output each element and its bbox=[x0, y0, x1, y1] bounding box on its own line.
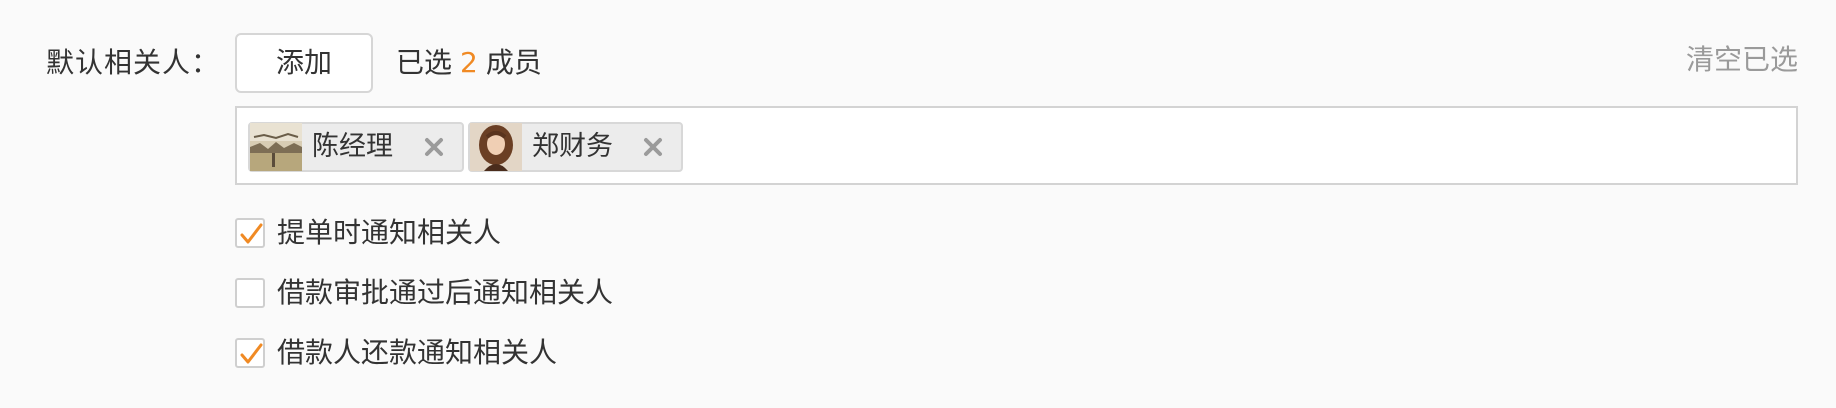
field-label: 默认相关人： bbox=[46, 46, 221, 79]
checkbox-unchecked[interactable] bbox=[235, 278, 265, 308]
checkmark-icon bbox=[240, 343, 263, 364]
close-icon[interactable] bbox=[641, 135, 665, 159]
selected-summary: 已选 2 成员 bbox=[396, 46, 542, 80]
person-name: 郑财务 bbox=[532, 131, 613, 162]
option-label: 借款人还款通知相关人 bbox=[277, 336, 558, 369]
checkbox-checked[interactable] bbox=[235, 218, 265, 248]
selected-prefix: 已选 bbox=[396, 46, 453, 79]
close-icon[interactable] bbox=[422, 135, 446, 159]
person-tag: 郑财务 bbox=[468, 122, 683, 172]
avatar-photo-landscape-icon bbox=[250, 123, 302, 171]
selected-suffix: 成员 bbox=[485, 46, 542, 79]
option-label: 提单时通知相关人 bbox=[277, 216, 502, 249]
selected-people-box[interactable]: 陈经理 郑财务 bbox=[235, 106, 1798, 185]
option-notify-on-submit[interactable]: 提单时通知相关人 bbox=[235, 216, 501, 250]
option-label: 借款审批通过后通知相关人 bbox=[277, 276, 614, 309]
checkmark-icon bbox=[240, 223, 263, 244]
person-name: 陈经理 bbox=[312, 131, 393, 162]
add-button[interactable]: 添加 bbox=[235, 33, 373, 93]
avatar-photo-portrait-icon bbox=[470, 123, 522, 171]
checkbox-checked[interactable] bbox=[235, 338, 265, 368]
person-tag: 陈经理 bbox=[248, 122, 464, 172]
option-notify-after-approval[interactable]: 借款审批通过后通知相关人 bbox=[235, 276, 613, 310]
avatar bbox=[250, 123, 302, 171]
clear-selected-link[interactable]: 清空已选 bbox=[1686, 43, 1798, 77]
selected-count: 2 bbox=[460, 46, 478, 79]
avatar bbox=[470, 123, 522, 171]
option-notify-on-repayment[interactable]: 借款人还款通知相关人 bbox=[235, 336, 557, 370]
